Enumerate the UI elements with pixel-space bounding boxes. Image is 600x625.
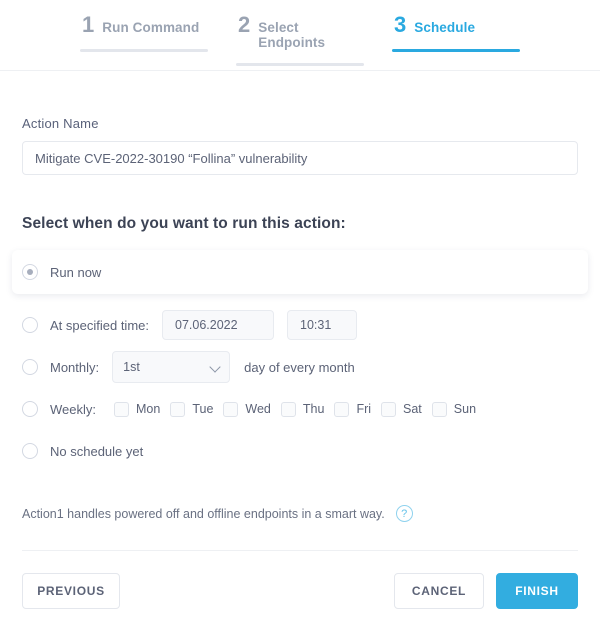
weekday-label: Thu bbox=[302, 402, 325, 416]
weekday-sat[interactable]: Sat bbox=[381, 401, 422, 417]
radio-monthly[interactable] bbox=[22, 359, 38, 375]
radio-run-now[interactable] bbox=[22, 264, 38, 280]
step-label: Schedule bbox=[414, 20, 476, 35]
weekday-sun[interactable]: Sun bbox=[431, 401, 477, 417]
previous-button[interactable]: PREVIOUS bbox=[22, 573, 120, 609]
step-select-endpoints[interactable]: 2 Select Endpoints bbox=[236, 14, 364, 66]
step-underline bbox=[392, 49, 520, 52]
step-heading: 2 Select Endpoints bbox=[236, 12, 364, 51]
step-number: 1 bbox=[82, 12, 95, 37]
cancel-button[interactable]: CANCEL bbox=[394, 573, 484, 609]
weekday-label: Sun bbox=[453, 402, 477, 416]
weekday-label: Tue bbox=[192, 402, 214, 416]
step-number: 3 bbox=[394, 12, 407, 37]
checkbox-mon[interactable] bbox=[114, 401, 129, 417]
help-circle-icon[interactable]: ? bbox=[395, 505, 413, 522]
monthly-day-select[interactable]: 1st bbox=[112, 351, 231, 383]
checkbox-tue[interactable] bbox=[170, 401, 186, 417]
step-heading: 1 Run Command bbox=[80, 14, 199, 36]
checkbox-sun[interactable] bbox=[431, 401, 447, 417]
weekday-fri[interactable]: Fri bbox=[334, 401, 372, 417]
checkbox-sat[interactable] bbox=[381, 401, 397, 417]
weekday-label: Sat bbox=[403, 402, 422, 416]
wizard-stepper: 1 Run Command 2 Select Endpoints 3 Sched… bbox=[0, 0, 600, 71]
step-number: 2 bbox=[238, 12, 251, 37]
step-schedule[interactable]: 3 Schedule bbox=[392, 14, 520, 52]
schedule-time-input[interactable] bbox=[287, 310, 357, 340]
weekday-wed[interactable]: Wed bbox=[223, 401, 271, 417]
weekday-thu[interactable]: Thu bbox=[280, 401, 325, 417]
action-name-label: Action Name bbox=[22, 116, 99, 131]
option-label: No schedule yet bbox=[50, 443, 144, 459]
step-label: Run Command bbox=[102, 20, 200, 35]
option-at-specified-time[interactable]: At specified time: bbox=[22, 304, 578, 346]
checkbox-thu[interactable] bbox=[280, 401, 296, 417]
checkbox-fri[interactable] bbox=[334, 401, 350, 417]
weekday-label: Wed bbox=[245, 402, 271, 416]
option-monthly[interactable]: Monthly: 1st day of every month bbox=[22, 346, 578, 388]
schedule-form: Action Name Select when do you want to r… bbox=[0, 116, 600, 522]
schedule-note-text: Action1 handles powered off and offline … bbox=[22, 506, 385, 521]
option-label: Monthly: bbox=[50, 359, 100, 375]
schedule-options: Run now At specified time: Monthly: 1st … bbox=[12, 250, 588, 472]
step-underline bbox=[80, 49, 208, 52]
monthly-suffix-label: day of every month bbox=[244, 359, 355, 375]
checkbox-wed[interactable] bbox=[223, 401, 239, 417]
weekday-mon[interactable]: Mon bbox=[114, 401, 161, 417]
schedule-note: Action1 handles powered off and offline … bbox=[22, 505, 578, 522]
option-run-now[interactable]: Run now bbox=[12, 250, 588, 294]
schedule-date-input[interactable] bbox=[162, 310, 274, 340]
schedule-section-title: Select when do you want to run this acti… bbox=[22, 215, 346, 232]
weekday-tue[interactable]: Tue bbox=[170, 401, 214, 417]
action-name-input[interactable] bbox=[22, 141, 578, 175]
footer-divider bbox=[22, 550, 578, 551]
option-label: At specified time: bbox=[50, 317, 149, 333]
option-label: Run now bbox=[50, 264, 102, 280]
wizard-footer: PREVIOUS CANCEL FINISH bbox=[0, 573, 600, 609]
step-label: Select Endpoints bbox=[258, 20, 326, 50]
weekday-checkbox-group: Mon Tue Wed Thu Fri Sat Sun bbox=[104, 401, 477, 417]
radio-weekly[interactable] bbox=[22, 401, 38, 417]
radio-at-specified-time[interactable] bbox=[22, 317, 38, 333]
finish-button[interactable]: FINISH bbox=[496, 573, 578, 609]
weekday-label: Mon bbox=[136, 402, 161, 416]
step-run-command[interactable]: 1 Run Command bbox=[80, 14, 208, 52]
step-heading: 3 Schedule bbox=[392, 14, 475, 36]
step-underline bbox=[236, 63, 364, 66]
option-label: Weekly: bbox=[50, 401, 96, 417]
weekday-label: Fri bbox=[356, 402, 372, 416]
option-weekly[interactable]: Weekly: Mon Tue Wed Thu Fri Sat Sun bbox=[22, 388, 578, 430]
option-no-schedule[interactable]: No schedule yet bbox=[22, 430, 578, 472]
radio-no-schedule[interactable] bbox=[22, 443, 38, 459]
